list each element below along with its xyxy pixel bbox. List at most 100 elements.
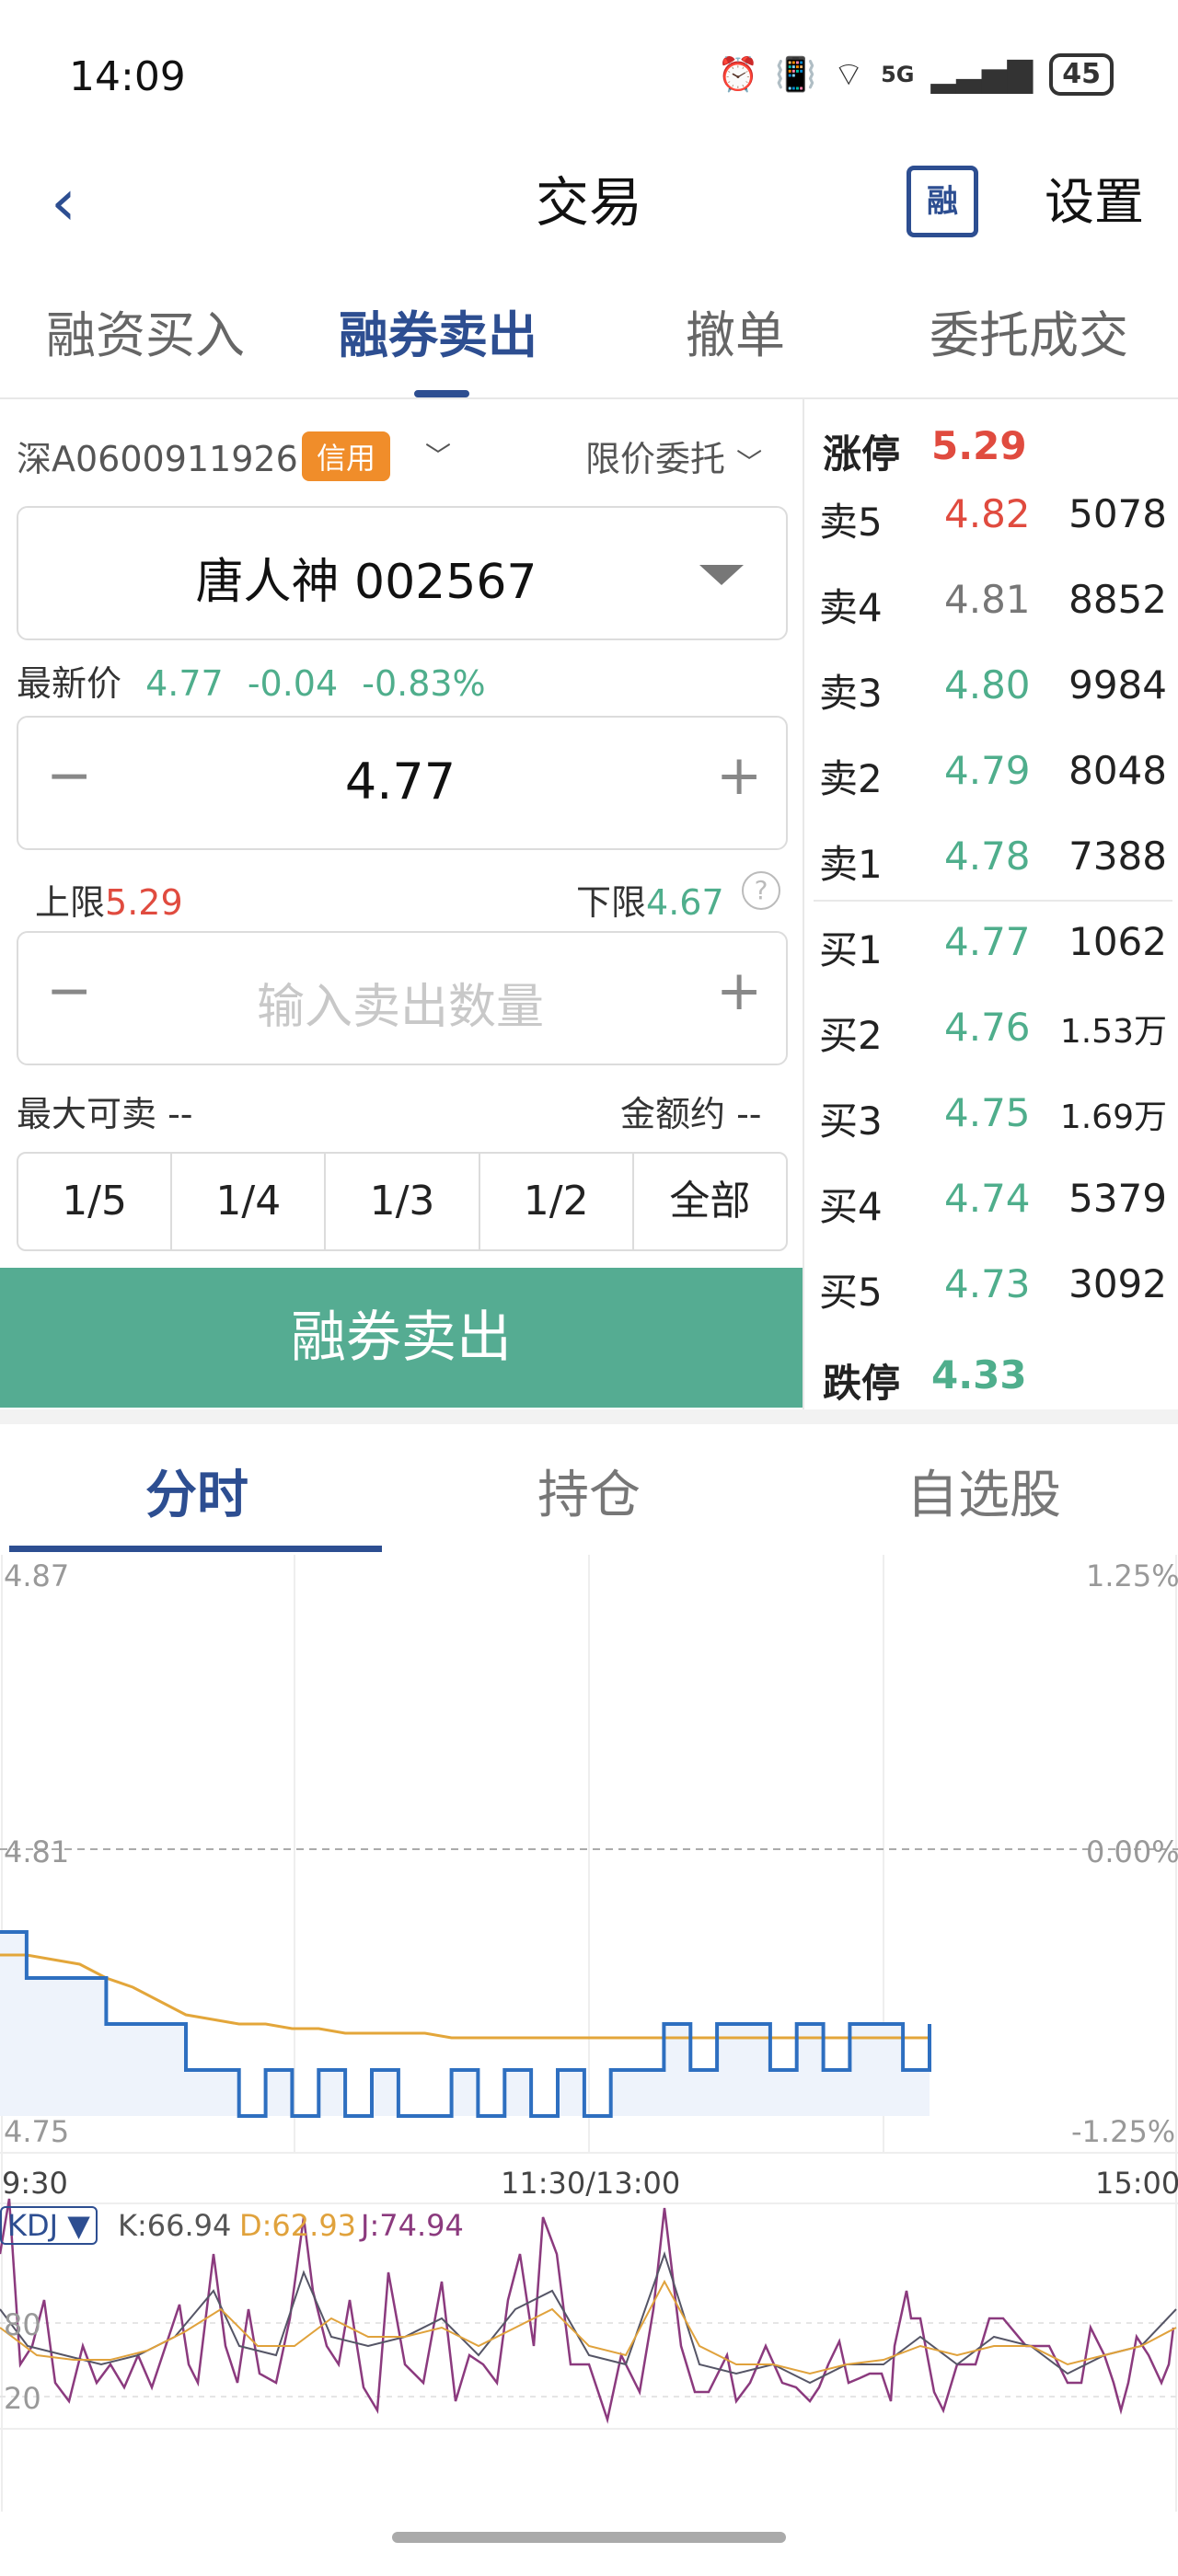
settings-button[interactable]: 设置 [1045,170,1144,235]
fraction-button-1-4[interactable]: 1/4 [172,1154,327,1249]
kdj-axis-20: 20 [4,2381,41,2416]
orderbook-level-label: 卖2 [819,756,883,801]
orderbook-price: 4.82 [944,491,1031,536]
orderbook-volume: 5379 [1068,1176,1167,1221]
orderbook-row[interactable]: 卖5 4.82 5078 [814,473,1172,558]
orderbook-level-label: 卖1 [819,842,883,887]
tab-positions[interactable]: 持仓 [537,1454,641,1528]
orderbook-price: 4.74 [944,1176,1031,1221]
orderbook-price: 4.81 [944,577,1031,622]
orderbook-volume: 3092 [1068,1261,1167,1306]
x-axis-mid: 11:30/13:00 [501,2166,681,2201]
x-axis-start: 9:30 [2,2166,68,2201]
orderbook-volume: 8048 [1068,748,1167,793]
limit-up-value: 5.29 [931,423,1027,468]
orderbook-row[interactable]: 卖2 4.79 8048 [814,730,1172,815]
orderbook-price: 4.76 [944,1005,1031,1050]
orderbook-price: 4.78 [944,834,1031,879]
orderbook-level-label: 卖3 [819,671,883,716]
account-number: 深A0600911926 [17,439,298,479]
orderbook-row[interactable]: 卖1 4.78 7388 [814,815,1172,901]
orderbook-price: 4.77 [944,919,1031,964]
lower-limit-value: 4.67 [646,882,724,923]
lower-limit: 下限4.67 [576,874,724,925]
orderbook-row[interactable]: 买2 4.76 1.53万 [814,986,1172,1072]
orderbook-volume: 1.53万 [1059,1013,1167,1051]
orderbook-level-label: 买3 [819,1098,883,1144]
latest-change-pct: -0.83% [362,663,486,704]
upper-limit-label: 上限 [35,882,106,923]
tab-cancel[interactable]: 撤单 [686,294,785,367]
y-axis-top: 4.87 [4,1558,70,1593]
short-sell-button[interactable]: 融券卖出 [0,1268,803,1408]
limit-down-label: 跌停 [823,1361,901,1406]
tab-indicator [9,1546,382,1552]
order-type-selector[interactable]: 限价委托 ﹀ [585,431,762,481]
chevron-down-icon: ﹀ [736,447,763,477]
chevron-down-icon[interactable]: ﹀ [425,436,451,473]
orderbook-price: 4.75 [944,1090,1031,1135]
price-input[interactable]: 4.77 [17,753,784,811]
plus-icon[interactable]: + [716,743,762,808]
orderbook-level-label: 买4 [819,1184,883,1229]
quantity-input[interactable]: 输入卖出数量 [17,968,784,1037]
signal-icon: ▂▃▅▇ [930,55,1034,94]
latest-price: 4.77 [145,663,224,704]
tab-intraday[interactable]: 分时 [145,1454,248,1528]
kdj-d-value: D:62.93 [239,2208,357,2243]
fraction-button-1-5[interactable]: 1/5 [18,1154,173,1249]
margin-icon[interactable]: 融 [907,166,978,237]
orderbook-row[interactable]: 卖4 4.81 8852 [814,558,1172,644]
dropdown-triangle-icon[interactable] [699,565,744,585]
plus-icon[interactable]: + [716,959,762,1023]
limit-down-value: 4.33 [931,1352,1027,1397]
x-axis-end: 15:00 [1095,2166,1178,2201]
orderbook-row[interactable]: 卖3 4.80 9984 [814,644,1172,730]
kdj-j-value: J:74.94 [361,2208,464,2243]
divider [0,397,1178,399]
pct-axis-mid: 0.00% [1086,1834,1178,1869]
orderbook-price: 4.80 [944,662,1031,707]
orderbook-level-label: 卖5 [819,500,883,545]
tab-watchlist[interactable]: 自选股 [907,1454,1061,1528]
battery-icon: 45 [1049,53,1114,96]
orderbook-volume: 1062 [1068,919,1167,964]
status-time: 14:09 [69,53,186,100]
orderbook-volume: 1.69万 [1059,1098,1167,1136]
lower-limit-label: 下限 [576,882,647,923]
intraday-chart[interactable] [0,1555,1178,2512]
stock-name: 唐人神 002567 [195,555,537,610]
upper-limit: 上限5.29 [35,874,183,925]
orderbook-level-label: 卖4 [819,585,883,630]
max-sellable: 最大可卖 -- [17,1094,193,1134]
tab-margin-buy[interactable]: 融资买入 [46,294,245,367]
help-icon[interactable]: ? [742,871,780,910]
orderbook-level-label: 买1 [819,927,883,972]
upper-limit-value: 5.29 [105,882,183,923]
fraction-button-all[interactable]: 全部 [634,1154,786,1249]
home-indicator[interactable] [392,2532,786,2543]
orderbook-row[interactable]: 买1 4.77 1062 [814,901,1172,986]
tab-indicator [414,390,469,397]
section-separator [0,1409,1178,1424]
orderbook-level-label: 买5 [819,1270,883,1315]
account-selector[interactable]: 深A0600911926 [17,431,298,481]
vibrate-icon: 📳 [775,56,817,94]
orderbook-row[interactable]: 买5 4.73 3092 [814,1243,1172,1328]
kdj-indicator-selector[interactable]: KDJ ▼ [0,2206,98,2245]
fraction-button-1-3[interactable]: 1/3 [326,1154,480,1249]
amount-estimate: 金额约 -- [620,1094,762,1134]
orderbook-row[interactable]: 买3 4.75 1.69万 [814,1072,1172,1157]
y-axis-mid: 4.81 [4,1834,70,1869]
tab-orders[interactable]: 委托成交 [930,294,1128,367]
network-label: 5G [881,62,915,87]
kdj-k-value: K:66.94 [118,2208,232,2243]
orderbook-row[interactable]: 买4 4.74 5379 [814,1157,1172,1243]
limit-up-label: 涨停 [823,431,901,477]
alarm-icon: ⏰ [717,56,759,94]
limit-down-row: 跌停 4.33 [814,1334,1172,1420]
fraction-button-1-2[interactable]: 1/2 [480,1154,634,1249]
wifi-icon: ⌔ [833,55,865,94]
orderbook-price: 4.79 [944,748,1031,793]
tab-short-sell[interactable]: 融券卖出 [339,294,537,367]
